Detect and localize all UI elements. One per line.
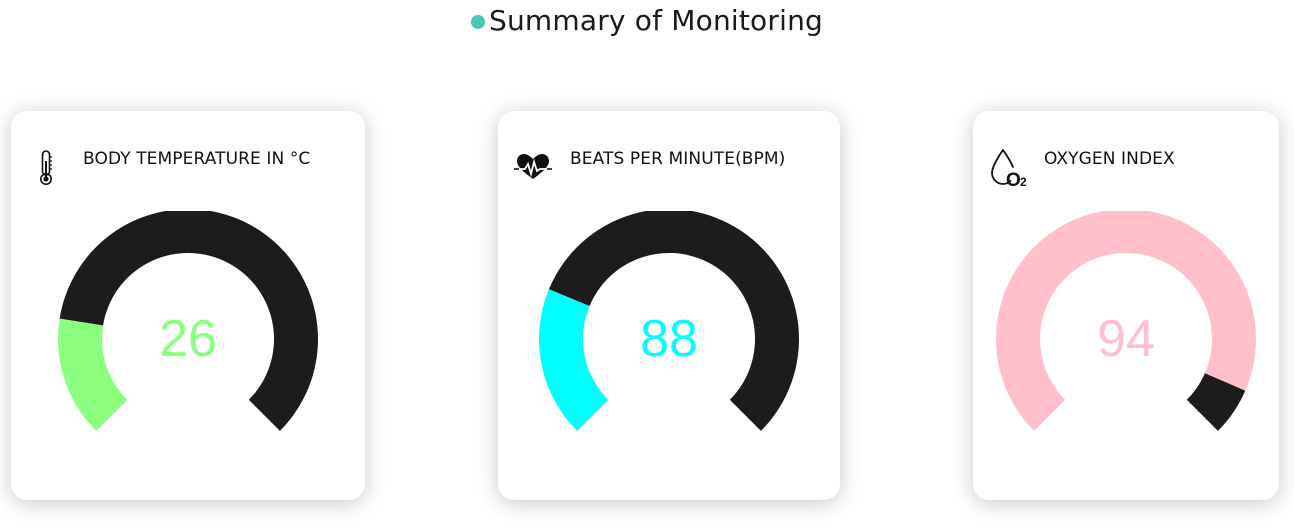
header-dot-icon xyxy=(470,14,485,29)
oxygen-label: OXYGEN INDEX xyxy=(1044,149,1175,169)
bpm-label: BEATS PER MINUTE(BPM) xyxy=(570,149,786,169)
page-title: Summary of Monitoring xyxy=(488,4,824,37)
bpm-value: 88 xyxy=(640,310,698,368)
heartbeat-icon xyxy=(514,153,552,185)
oxygen-card: O 2 OXYGEN INDEX 94 xyxy=(973,111,1279,500)
bpm-gauge-fill xyxy=(539,289,609,431)
temperature-card: BODY TEMPERATURE IN °C 26 xyxy=(11,111,365,500)
bpm-card: BEATS PER MINUTE(BPM) 88 xyxy=(498,111,840,500)
temperature-gauge-fill xyxy=(58,318,128,431)
oxygen-gauge: 94 xyxy=(996,211,1256,431)
oxygen-drop-icon: O 2 xyxy=(989,148,1031,192)
page-header: Summary of Monitoring xyxy=(0,4,1294,37)
svg-text:O: O xyxy=(1006,170,1021,188)
thermometer-icon xyxy=(37,149,55,191)
bpm-gauge: 88 xyxy=(539,211,800,431)
temperature-label: BODY TEMPERATURE IN °C xyxy=(83,149,311,169)
oxygen-value: 94 xyxy=(1097,310,1155,368)
svg-text:2: 2 xyxy=(1020,175,1027,188)
temperature-value: 26 xyxy=(159,310,217,368)
temperature-gauge: 26 xyxy=(58,211,318,431)
